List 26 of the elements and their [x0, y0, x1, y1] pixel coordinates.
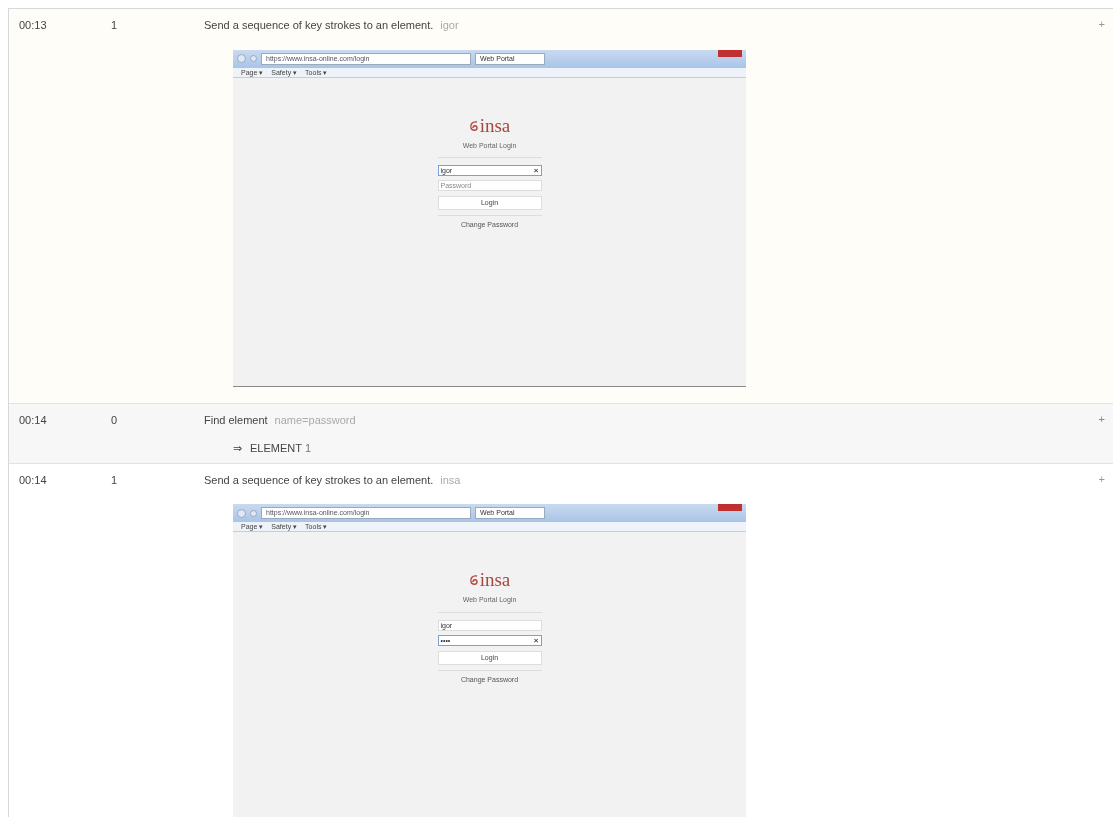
result-label: ELEMENT: [250, 441, 302, 456]
logo-text: insa: [479, 115, 511, 136]
argument-text: igor: [440, 18, 459, 33]
forward-button[interactable]: [250, 55, 257, 62]
back-button[interactable]: [237, 508, 246, 518]
action-text: Find element: [204, 412, 268, 428]
logo-text: insa: [479, 570, 511, 590]
level-cell-text: 1: [111, 18, 119, 33]
level-cell-text: 1: [111, 472, 119, 488]
swirl-logo-icon: [468, 119, 479, 132]
clear-icon[interactable]: ×: [533, 166, 539, 175]
forward-button[interactable]: [250, 509, 257, 517]
window-controls-icon[interactable]: [718, 49, 742, 57]
time-cell-text: 00:14: [19, 412, 48, 428]
clear-icon[interactable]: ×: [533, 635, 539, 645]
argument-text: insa: [440, 472, 461, 488]
time-cell-text: 00:13: [19, 18, 48, 33]
action-text: Send a sequence of key strokes to an element.: [204, 18, 434, 33]
result-value: 1: [304, 441, 312, 456]
argument-text: name=password: [274, 412, 356, 428]
action-text: Send a sequence of key strokes to an element.: [204, 472, 434, 488]
arrow-icon: ⇒: [233, 440, 242, 457]
time-cell-text: 00:14: [19, 472, 48, 488]
level-cell-text: 0: [111, 412, 119, 428]
back-button[interactable]: [237, 54, 246, 63]
swirl-logo-icon: [468, 574, 479, 586]
